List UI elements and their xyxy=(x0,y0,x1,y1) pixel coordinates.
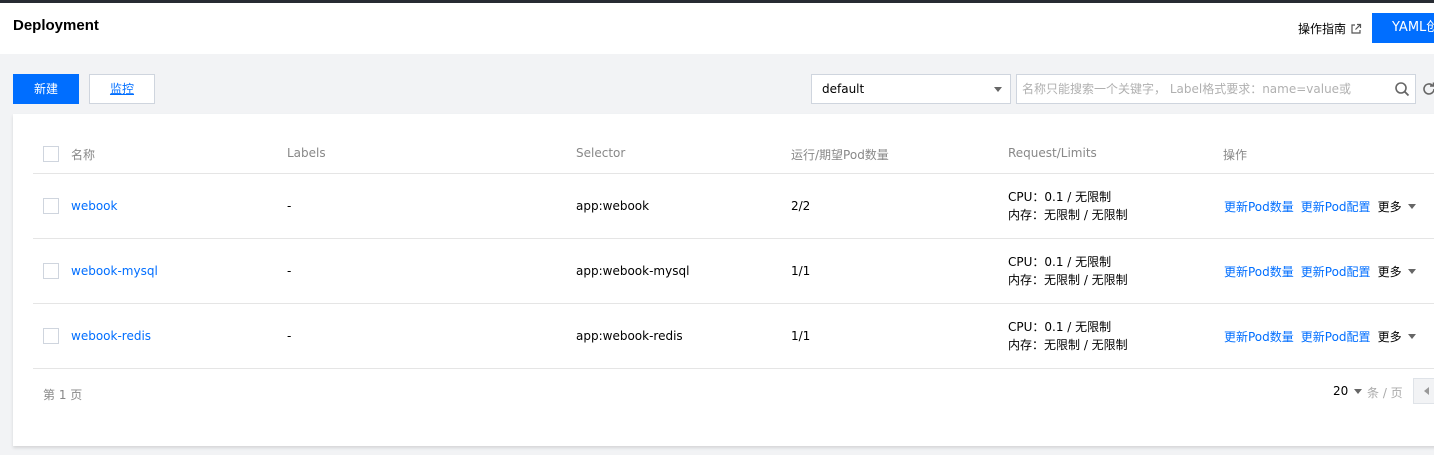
more-dropdown[interactable]: 更多 xyxy=(1378,263,1416,280)
chevron-down-icon xyxy=(1407,334,1416,339)
row-operations: 更新Pod数量 更新Pod配置 更多 xyxy=(1224,328,1416,345)
labels-cell: - xyxy=(287,329,292,343)
deployment-name-link[interactable]: webook-mysql xyxy=(71,264,158,278)
row-divider xyxy=(33,303,1434,304)
request-limits-cell: CPU：0.1 / 无限制 内存：无限制 / 无限制 xyxy=(1008,253,1128,289)
cpu-limits: CPU：0.1 / 无限制 xyxy=(1008,320,1112,334)
column-header-selector: Selector xyxy=(576,146,626,160)
update-pod-count-link[interactable]: 更新Pod数量 xyxy=(1224,328,1294,345)
refresh-icon[interactable] xyxy=(1421,81,1434,97)
guide-link[interactable]: 操作指南 xyxy=(1298,20,1362,37)
search-input[interactable] xyxy=(1017,75,1387,103)
new-button[interactable]: 新建 xyxy=(13,74,79,104)
update-pod-config-link[interactable]: 更新Pod配置 xyxy=(1301,328,1371,345)
current-page-label: 第 1 页 xyxy=(43,388,83,402)
chevron-left-icon xyxy=(1424,387,1429,395)
column-header-labels: Labels xyxy=(287,146,326,160)
cpu-limits: CPU：0.1 / 无限制 xyxy=(1008,255,1112,269)
row-divider xyxy=(33,368,1434,369)
page-size-unit: 条 / 页 xyxy=(1367,386,1403,400)
row-divider xyxy=(33,238,1434,239)
row-operations: 更新Pod数量 更新Pod配置 更多 xyxy=(1224,198,1416,215)
column-header-operations: 操作 xyxy=(1223,148,1248,162)
request-limits-cell: CPU：0.1 / 无限制 内存：无限制 / 无限制 xyxy=(1008,188,1128,224)
row-checkbox[interactable] xyxy=(43,263,59,279)
labels-cell: - xyxy=(287,264,292,278)
deployment-name-link[interactable]: webook xyxy=(71,199,117,213)
update-pod-count-link[interactable]: 更新Pod数量 xyxy=(1224,263,1294,280)
memory-limits: 内存：无限制 / 无限制 xyxy=(1008,338,1128,352)
pods-cell: 2/2 xyxy=(791,199,811,213)
update-pod-config-link[interactable]: 更新Pod配置 xyxy=(1301,198,1371,215)
more-dropdown[interactable]: 更多 xyxy=(1378,328,1416,345)
search-box xyxy=(1016,74,1416,104)
header-divider xyxy=(33,173,1434,174)
chevron-down-icon xyxy=(1354,388,1363,394)
more-label: 更多 xyxy=(1377,265,1402,279)
select-all-checkbox[interactable] xyxy=(43,146,59,162)
chevron-down-icon xyxy=(1407,269,1416,274)
more-dropdown[interactable]: 更多 xyxy=(1378,198,1416,215)
pods-cell: 1/1 xyxy=(791,329,811,343)
deployment-name-link[interactable]: webook-redis xyxy=(71,329,151,343)
pods-cell: 1/1 xyxy=(791,264,811,278)
cpu-limits: CPU：0.1 / 无限制 xyxy=(1008,190,1112,204)
search-icon[interactable] xyxy=(1394,81,1410,97)
more-label: 更多 xyxy=(1377,200,1402,214)
page-size-value: 20 xyxy=(1333,384,1349,398)
column-header-name: 名称 xyxy=(71,148,96,162)
selector-cell: app:webook-redis xyxy=(576,329,683,343)
row-checkbox[interactable] xyxy=(43,328,59,344)
chevron-down-icon xyxy=(994,87,1002,92)
update-pod-config-link[interactable]: 更新Pod配置 xyxy=(1301,263,1371,280)
request-limits-cell: CPU：0.1 / 无限制 内存：无限制 / 无限制 xyxy=(1008,318,1128,354)
namespace-value: default xyxy=(822,82,865,96)
monitor-button[interactable]: 监控 xyxy=(89,74,155,104)
selector-cell: app:webook xyxy=(576,199,650,213)
update-pod-count-link[interactable]: 更新Pod数量 xyxy=(1224,198,1294,215)
column-header-request-limits: Request/Limits xyxy=(1008,146,1097,160)
memory-limits: 内存：无限制 / 无限制 xyxy=(1008,273,1128,287)
column-header-pods: 运行/期望Pod数量 xyxy=(791,148,889,162)
deployment-table-panel: 名称 Labels Selector 运行/期望Pod数量 Request/Li… xyxy=(13,114,1434,446)
prev-page-button[interactable] xyxy=(1413,378,1434,404)
page-size-select[interactable]: 20 xyxy=(1333,384,1363,398)
external-link-icon xyxy=(1351,23,1362,34)
memory-limits: 内存：无限制 / 无限制 xyxy=(1008,208,1128,222)
more-label: 更多 xyxy=(1377,330,1402,344)
row-checkbox[interactable] xyxy=(43,198,59,214)
page-header: Deployment 操作指南 YAML创建 xyxy=(0,3,1434,54)
yaml-create-button[interactable]: YAML创建 xyxy=(1372,13,1434,43)
guide-label: 操作指南 xyxy=(1298,22,1347,36)
page-title: Deployment xyxy=(13,17,99,34)
row-operations: 更新Pod数量 更新Pod配置 更多 xyxy=(1224,263,1416,280)
chevron-down-icon xyxy=(1407,204,1416,209)
labels-cell: - xyxy=(287,199,292,213)
namespace-select[interactable]: default xyxy=(811,74,1011,104)
selector-cell: app:webook-mysql xyxy=(576,264,690,278)
